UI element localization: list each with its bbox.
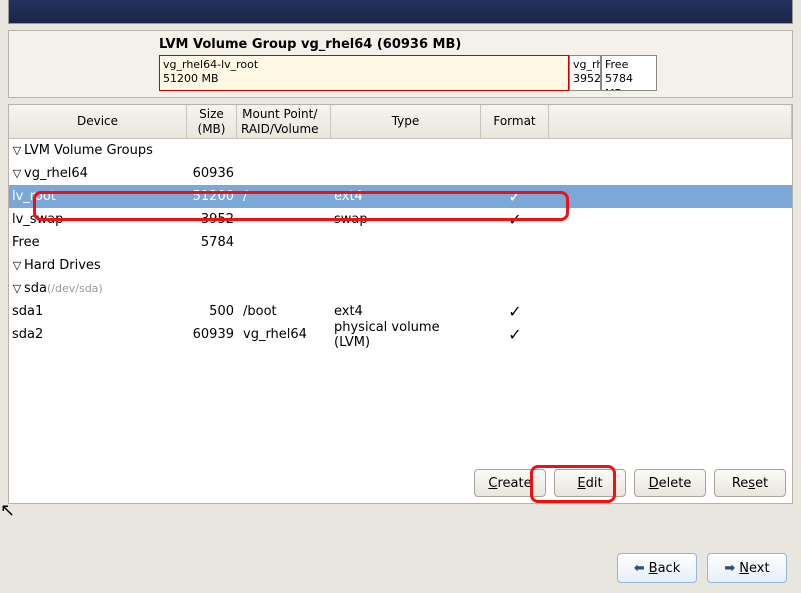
label: LVM Volume Groups: [24, 143, 153, 158]
nav-buttons: ⬅Back ➡Next: [617, 553, 787, 583]
col-format[interactable]: Format: [481, 105, 549, 138]
label: sda1: [12, 304, 43, 319]
label: reate: [497, 476, 531, 491]
mount: /: [237, 189, 331, 204]
vg-title: LVM Volume Group vg_rhel64 (60936 MB): [159, 37, 786, 52]
vg-seg-free-name: Free: [605, 58, 653, 72]
label: lv_swap: [12, 212, 63, 227]
expand-icon[interactable]: ▽: [12, 259, 22, 272]
vg-seg-free[interactable]: Free 5784 MB: [601, 55, 657, 91]
vg-usage-bar: vg_rhel64-lv_root 51200 MB vg_rh 3952 Fr…: [159, 55, 786, 91]
vg-seg-swap-size: 3952: [573, 72, 597, 86]
row-sda[interactable]: ▽sda (/dev/sda): [9, 277, 792, 300]
col-mount[interactable]: Mount Point/ RAID/Volume: [237, 105, 331, 138]
size: 5784: [187, 235, 237, 250]
vg-size: 60936: [187, 166, 237, 181]
arrow-left-icon: ⬅: [634, 561, 645, 576]
label: elete: [659, 476, 692, 491]
vg-seg-root[interactable]: vg_rhel64-lv_root 51200 MB: [159, 55, 569, 91]
row-lv-root[interactable]: lv_root 51200 / ext4 ✓: [9, 185, 792, 208]
row-vg[interactable]: ▽vg_rhel64 60936: [9, 162, 792, 185]
vg-seg-swap[interactable]: vg_rh 3952: [569, 55, 601, 91]
format-check-icon: ✓: [481, 325, 549, 344]
size: 3952: [187, 212, 237, 227]
partition-tree-panel: Device Size (MB) Mount Point/ RAID/Volum…: [8, 104, 793, 504]
reset-button[interactable]: Reset: [714, 469, 786, 497]
next-button[interactable]: ➡Next: [707, 553, 787, 583]
label: Free: [12, 235, 40, 250]
mount: /boot: [237, 304, 331, 319]
col-device[interactable]: Device: [9, 105, 187, 138]
action-buttons: Create Edit Delete Reset: [474, 469, 786, 497]
create-button[interactable]: Create: [474, 469, 546, 497]
cursor-icon: ↖: [0, 500, 15, 521]
label: lv_root: [12, 189, 56, 204]
mount: vg_rhel64: [237, 327, 331, 342]
row-lv-swap[interactable]: lv_swap 3952 swap ✓: [9, 208, 792, 231]
vg-seg-root-size: 51200 MB: [163, 72, 565, 86]
size: 60939: [187, 327, 237, 342]
label: Hard Drives: [24, 258, 101, 273]
label: dit: [586, 476, 603, 491]
type: ext4: [331, 304, 481, 319]
vg-seg-swap-name: vg_rh: [573, 58, 597, 72]
type: physical volume (LVM): [331, 320, 481, 350]
edit-button[interactable]: Edit: [554, 469, 626, 497]
row-sda2[interactable]: sda2 60939 vg_rhel64 physical volume (LV…: [9, 323, 792, 346]
tree-body: ▽LVM Volume Groups ▽vg_rhel64 60936 lv_r…: [9, 139, 792, 346]
header-banner: [8, 0, 793, 24]
back-button[interactable]: ⬅Back: [617, 553, 697, 583]
dev-path: (/dev/sda): [47, 282, 103, 295]
type: ext4: [331, 189, 481, 204]
label: sda2: [12, 327, 43, 342]
label: sda: [24, 281, 47, 296]
row-lvm-groups[interactable]: ▽LVM Volume Groups: [9, 139, 792, 162]
row-free[interactable]: Free 5784: [9, 231, 792, 254]
expand-icon[interactable]: ▽: [12, 144, 22, 157]
type: swap: [331, 212, 481, 227]
format-check-icon: ✓: [481, 210, 549, 229]
col-size[interactable]: Size (MB): [187, 105, 237, 138]
volume-group-panel: LVM Volume Group vg_rhel64 (60936 MB) vg…: [8, 30, 793, 98]
label: vg_rhel64: [24, 166, 88, 181]
expand-icon[interactable]: ▽: [12, 282, 22, 295]
format-check-icon: ✓: [481, 302, 549, 321]
expand-icon[interactable]: ▽: [12, 167, 22, 180]
col-type[interactable]: Type: [331, 105, 481, 138]
format-check-icon: ✓: [481, 187, 549, 206]
size: 51200: [187, 189, 237, 204]
tree-header: Device Size (MB) Mount Point/ RAID/Volum…: [9, 105, 792, 139]
col-spacer: [549, 105, 792, 138]
delete-button[interactable]: Delete: [634, 469, 706, 497]
vg-seg-root-name: vg_rhel64-lv_root: [163, 58, 565, 72]
vg-seg-free-size: 5784 MB: [605, 72, 653, 91]
label: et: [755, 476, 768, 491]
arrow-right-icon: ➡: [724, 561, 735, 576]
row-hard-drives[interactable]: ▽Hard Drives: [9, 254, 792, 277]
size: 500: [187, 304, 237, 319]
